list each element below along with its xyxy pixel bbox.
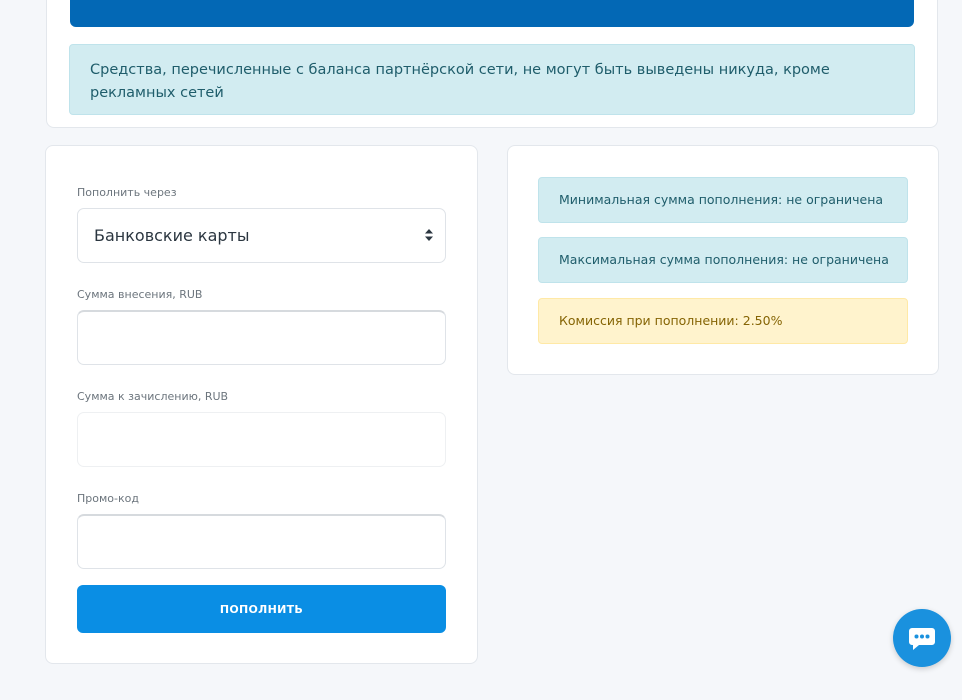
max-amount-alert: Максимальная сумма пополнения: не ограни… — [538, 237, 908, 283]
credit-label: Сумма к зачислению, RUB — [77, 390, 229, 403]
withdrawal-notice-text: Средства, перечисленные с баланса партнё… — [90, 62, 830, 101]
deposit-submit-button[interactable]: ПОПОЛНИТЬ — [77, 585, 446, 633]
withdrawal-notice: Средства, перечисленные с баланса партнё… — [69, 44, 915, 115]
credit-amount-field[interactable] — [77, 412, 446, 467]
payment-method-value: Банковские карты — [94, 226, 250, 245]
balance-banner: 0 USD — [70, 0, 914, 27]
method-label: Пополнить через — [77, 186, 177, 199]
min-amount-text: Минимальная сумма пополнения: не огранич… — [559, 192, 884, 207]
amount-label: Сумма внесения, RUB — [77, 288, 203, 301]
chat-button[interactable] — [893, 609, 951, 667]
payment-method-select[interactable]: Банковские карты — [77, 208, 446, 263]
promo-label: Промо-код — [77, 492, 139, 505]
fee-text: Комиссия при пополнении: 2.50% — [559, 313, 783, 328]
promo-code-input[interactable] — [77, 514, 446, 569]
select-arrows-icon — [425, 229, 433, 241]
balance-amount: 0 USD — [70, 0, 914, 8]
chat-bubble-icon — [909, 628, 935, 650]
fee-alert: Комиссия при пополнении: 2.50% — [538, 298, 908, 344]
amount-input[interactable] — [77, 310, 446, 365]
min-amount-alert: Минимальная сумма пополнения: не огранич… — [538, 177, 908, 223]
max-amount-text: Максимальная сумма пополнения: не ограни… — [559, 252, 889, 267]
